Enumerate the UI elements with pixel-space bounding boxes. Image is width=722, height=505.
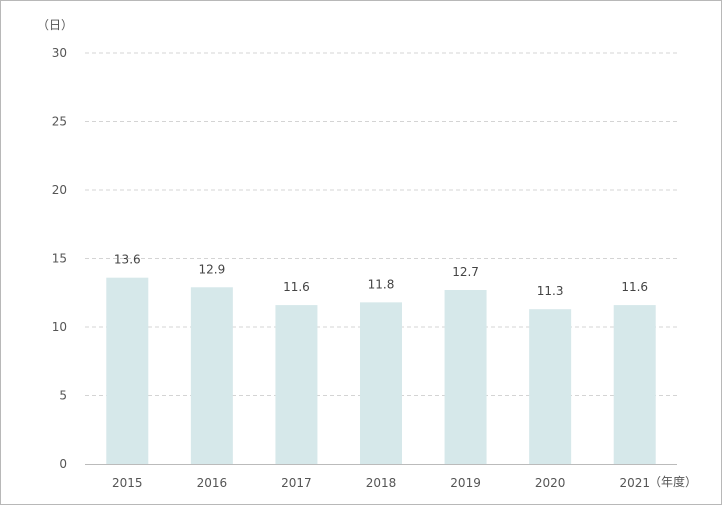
bar-2016: [190, 287, 233, 464]
x-axis-unit-label: （年度）: [649, 474, 697, 489]
y-tick-label: 10: [52, 320, 67, 334]
data-label-2020: 11.3: [537, 284, 564, 298]
bar-2020: [529, 309, 572, 464]
data-label-2015: 13.6: [114, 253, 141, 267]
data-label-2017: 11.6: [283, 280, 310, 294]
x-tick-labels: 2015 2016 2017 2018 2019 2020 2021: [112, 476, 650, 490]
bar-chart: 0 5 10 15 20 25 30 13.6 12.9 11.6 11.8 12.7 11.3 11.…: [37, 18, 697, 490]
x-tick-label-2018: 2018: [366, 476, 397, 490]
y-tick-label: 5: [59, 389, 67, 403]
x-tick-label-2019: 2019: [450, 476, 481, 490]
bar-2018: [360, 302, 402, 464]
x-tick-label-2017: 2017: [281, 476, 312, 490]
y-axis-unit-label: （日）: [37, 18, 73, 32]
chart-frame: 0 5 10 15 20 25 30 13.6 12.9 11.6 11.8 12.7 11.3 11.…: [0, 0, 722, 505]
x-tick-label-2020: 2020: [535, 476, 566, 490]
data-label-2018: 11.8: [368, 277, 395, 291]
y-tick-label: 15: [52, 252, 67, 266]
bar-2017: [275, 305, 318, 464]
y-tick-labels: 0 5 10 15 20 25 30: [52, 46, 67, 471]
y-tick-label: 30: [52, 46, 67, 60]
data-label-2016: 12.9: [198, 262, 225, 276]
y-tick-label: 0: [59, 457, 67, 471]
bars: [106, 277, 656, 464]
bar-2021: [613, 305, 656, 464]
data-label-2021: 11.6: [621, 280, 648, 294]
y-tick-label: 20: [52, 183, 67, 197]
x-tick-label-2021: 2021: [619, 476, 650, 490]
bar-2019: [444, 290, 487, 464]
data-label-2019: 12.7: [452, 265, 479, 279]
y-tick-label: 25: [52, 115, 67, 129]
x-tick-label-2015: 2015: [112, 476, 143, 490]
bar-2015: [106, 277, 149, 464]
x-tick-label-2016: 2016: [197, 476, 228, 490]
